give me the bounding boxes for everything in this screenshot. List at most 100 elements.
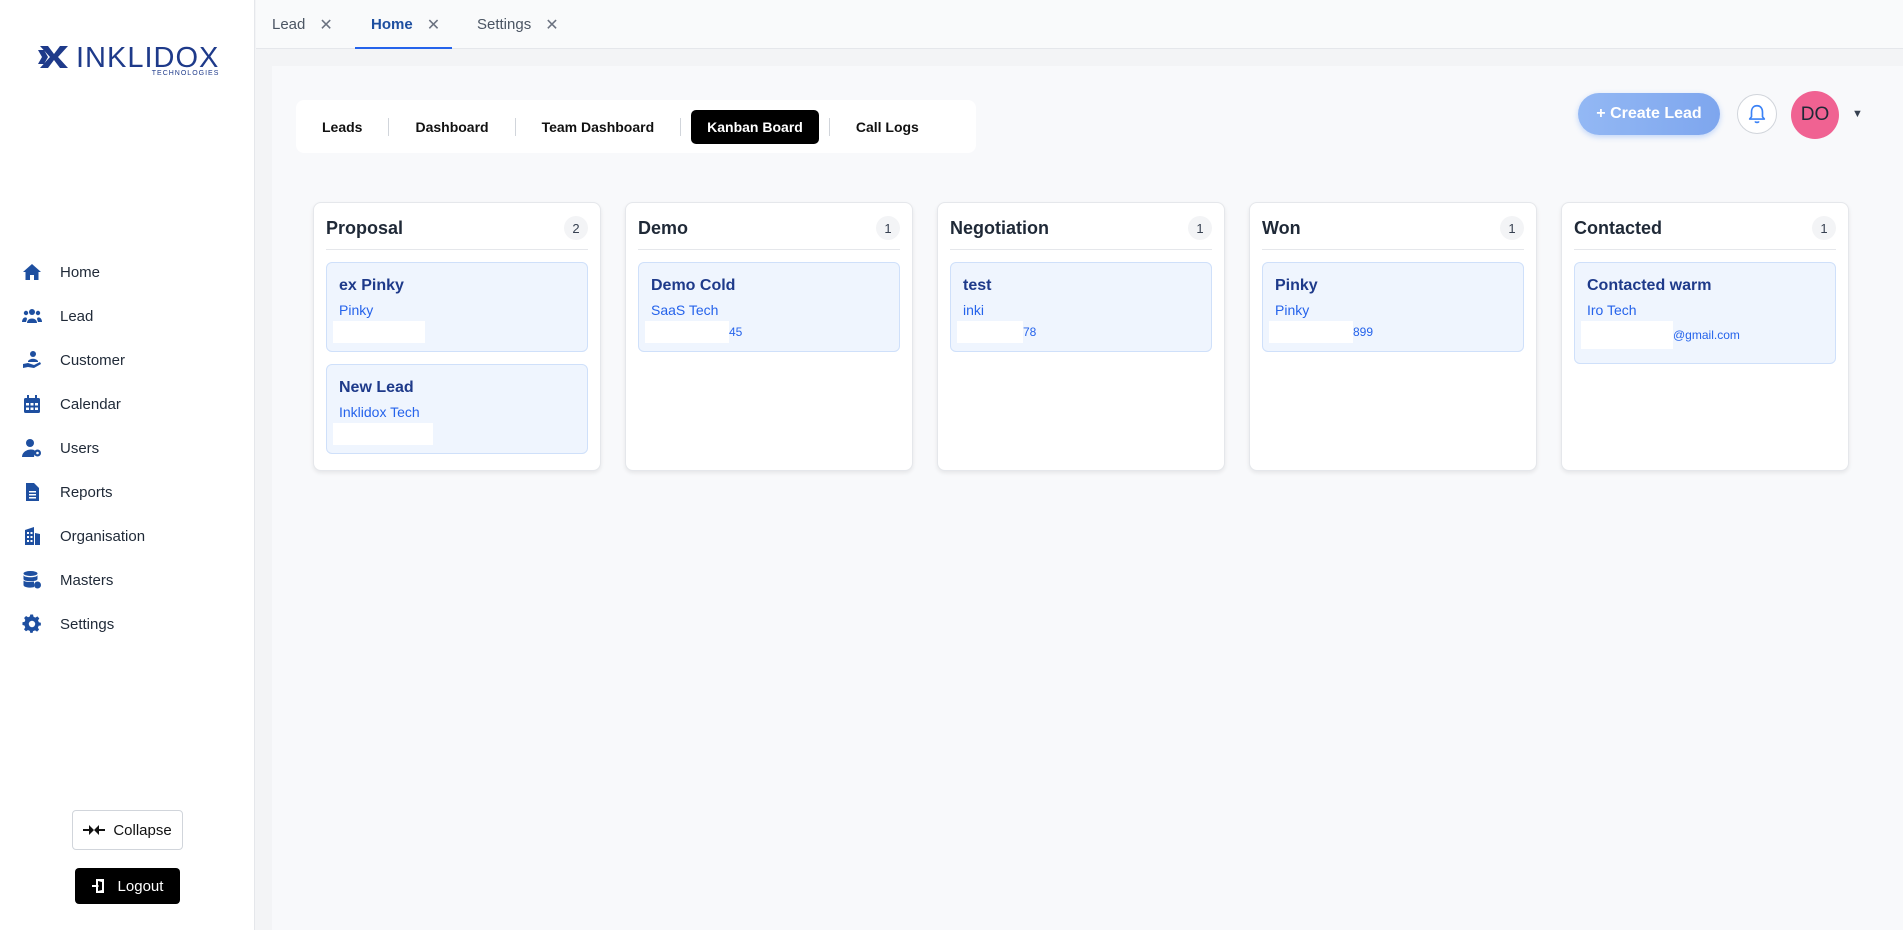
bell-icon: [1748, 104, 1766, 124]
column-header: Demo 1: [638, 215, 900, 250]
card-company: Pinky: [1275, 302, 1310, 318]
top-tab-bar: Lead ✕ Home ✕ Settings ✕: [256, 0, 1903, 49]
user-gear-icon: [22, 439, 41, 457]
close-icon[interactable]: ✕: [319, 15, 332, 35]
collapse-label: Collapse: [113, 821, 172, 839]
logout-label: Logout: [117, 877, 164, 895]
lead-card[interactable]: ex Pinky Pinky: [326, 262, 588, 352]
kanban-column-demo: Demo 1 Demo Cold SaaS Tech 45: [625, 202, 913, 471]
sidebar-item-lead[interactable]: Lead: [0, 294, 255, 338]
tab-home[interactable]: Home ✕: [354, 0, 453, 49]
card-title: test: [963, 277, 992, 294]
card-company: Iro Tech: [1587, 302, 1637, 318]
card-contact: 899: [1269, 321, 1511, 343]
users-group-icon: [22, 309, 42, 323]
brand-name: INKLIDOX: [76, 42, 220, 74]
subnav-leads[interactable]: Leads: [306, 110, 378, 144]
divider: [514, 117, 516, 136]
notifications-button[interactable]: [1737, 94, 1777, 134]
file-icon: [26, 483, 39, 501]
lead-card[interactable]: New Lead Inklidox Tech: [326, 364, 588, 454]
brand-logo[interactable]: INKLIDOX TECHNOLOGIES: [38, 44, 219, 77]
redacted-contact: [333, 423, 433, 445]
sidebar-item-label: Organisation: [60, 527, 146, 545]
card-contact: [333, 423, 575, 445]
create-lead-button[interactable]: + Create Lead: [1578, 93, 1720, 135]
kanban-column-contacted: Contacted 1 Contacted warm Iro Tech @gma…: [1561, 202, 1849, 471]
lead-card[interactable]: Pinky Pinky 899: [1262, 262, 1524, 352]
sidebar-item-label: Settings: [60, 615, 115, 633]
sidebar-item-label: Home: [60, 263, 101, 281]
logout-button[interactable]: Logout: [75, 868, 180, 904]
database-icon: [23, 571, 41, 589]
sidebar-nav: Home Lead Customer Calendar Users Report…: [0, 250, 255, 646]
card-contact-value: @gmail.com: [1673, 328, 1740, 342]
card-company: Inklidox Tech: [339, 404, 420, 420]
collapse-button[interactable]: Collapse: [72, 810, 183, 850]
collapse-arrows-icon: [83, 825, 106, 835]
card-contact: @gmail.com: [1581, 321, 1823, 349]
column-count-badge: 1: [1188, 216, 1212, 240]
sidebar-item-label: Calendar: [60, 395, 121, 413]
redacted-contact: [645, 321, 729, 343]
sidebar-item-customer[interactable]: Customer: [0, 338, 255, 382]
card-contact-value: 78: [1023, 325, 1037, 339]
chevron-down-icon[interactable]: ▼: [1852, 108, 1863, 120]
card-contact: 78: [957, 321, 1199, 343]
column-count-badge: 1: [1812, 216, 1836, 240]
customer-icon: [23, 351, 41, 368]
sidebar-item-label: Lead: [60, 307, 94, 325]
card-company: inki: [963, 302, 985, 318]
sidebar-item-masters[interactable]: Masters: [0, 558, 255, 602]
column-title: Proposal: [326, 217, 404, 238]
card-title: Pinky: [1275, 277, 1318, 294]
subnav-dashboard[interactable]: Dashboard: [399, 110, 504, 144]
subnav-kanban-board[interactable]: Kanban Board: [691, 109, 819, 144]
kanban-board: Proposal 2 ex Pinky Pinky New Lead Inkli…: [313, 202, 1849, 471]
sidebar-item-label: Reports: [60, 483, 113, 501]
card-title: Demo Cold: [651, 277, 736, 294]
lead-card[interactable]: test inki 78: [950, 262, 1212, 352]
card-contact: [333, 321, 575, 343]
tab-label: Settings: [477, 16, 532, 33]
column-count-badge: 1: [1500, 216, 1524, 240]
kanban-column-negotiation: Negotiation 1 test inki 78: [937, 202, 1225, 471]
column-count-badge: 2: [564, 216, 588, 240]
column-header: Proposal 2: [326, 215, 588, 250]
subnav-call-logs[interactable]: Call Logs: [840, 110, 935, 144]
redacted-contact: [1581, 321, 1673, 349]
card-title: ex Pinky: [339, 277, 404, 294]
sidebar-item-settings[interactable]: Settings: [0, 602, 255, 646]
column-title: Negotiation: [950, 217, 1049, 238]
lead-card[interactable]: Contacted warm Iro Tech @gmail.com: [1574, 262, 1836, 364]
sidebar-item-organisation[interactable]: Organisation: [0, 514, 255, 558]
redacted-contact: [957, 321, 1023, 343]
sidebar-item-reports[interactable]: Reports: [0, 470, 255, 514]
sidebar-item-home[interactable]: Home: [0, 250, 255, 294]
divider: [388, 117, 390, 136]
gear-icon: [22, 614, 41, 633]
card-company: SaaS Tech: [651, 302, 719, 318]
logout-door-icon: [91, 879, 104, 893]
close-icon[interactable]: ✕: [427, 15, 440, 35]
avatar[interactable]: DO: [1791, 91, 1839, 139]
column-header: Negotiation 1: [950, 215, 1212, 250]
subnav-team-dashboard[interactable]: Team Dashboard: [526, 110, 671, 144]
kanban-column-proposal: Proposal 2 ex Pinky Pinky New Lead Inkli…: [313, 202, 601, 471]
sidebar-item-calendar[interactable]: Calendar: [0, 382, 255, 426]
tab-lead[interactable]: Lead ✕: [272, 0, 333, 49]
sidebar-item-label: Masters: [60, 571, 114, 589]
calendar-icon: [24, 395, 40, 413]
close-icon[interactable]: ✕: [545, 15, 558, 35]
lead-card[interactable]: Demo Cold SaaS Tech 45: [638, 262, 900, 352]
sidebar: INKLIDOX TECHNOLOGIES Home Lead Customer…: [0, 0, 255, 930]
kanban-column-won: Won 1 Pinky Pinky 899: [1249, 202, 1537, 471]
sidebar-item-users[interactable]: Users: [0, 426, 255, 470]
logo-mark-icon: [38, 46, 68, 68]
sidebar-item-label: Customer: [60, 351, 126, 369]
sidebar-item-label: Users: [60, 439, 100, 457]
card-title: New Lead: [339, 379, 414, 396]
card-contact: 45: [645, 321, 887, 343]
card-contact-value: 45: [729, 325, 743, 339]
tab-settings[interactable]: Settings ✕: [477, 0, 559, 49]
